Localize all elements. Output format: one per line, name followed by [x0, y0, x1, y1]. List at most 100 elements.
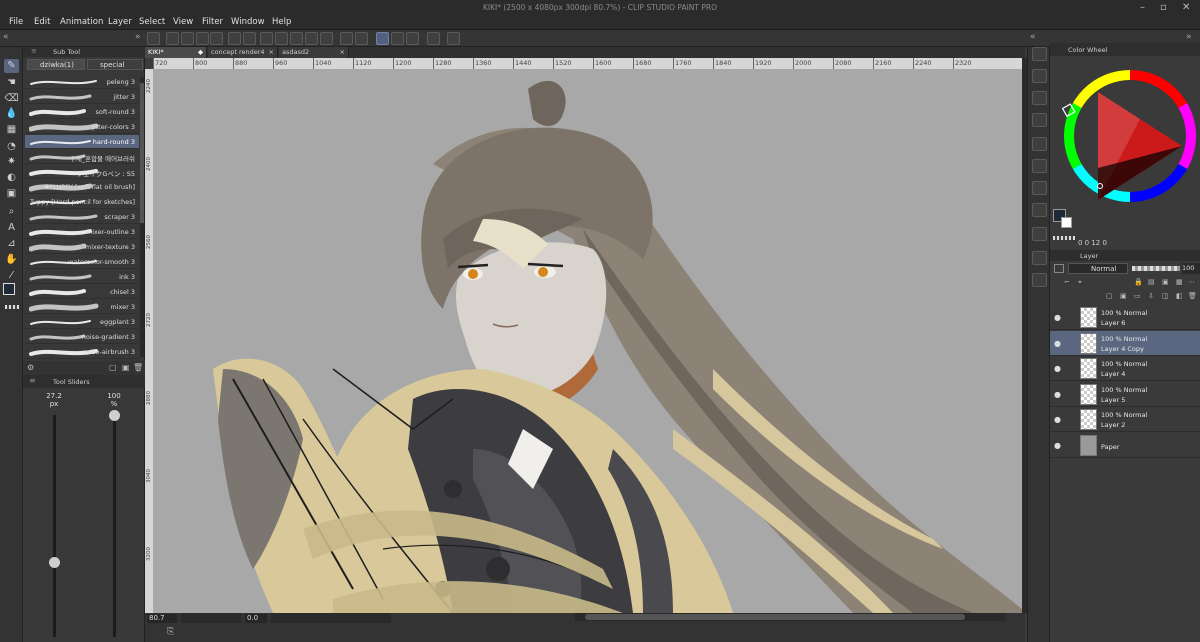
clear-icon[interactable]: [260, 32, 273, 45]
layer-color-icon[interactable]: [1054, 264, 1064, 273]
layer-lock-toggle-icon[interactable]: [1067, 362, 1076, 374]
collapse-right-icon[interactable]: «: [1030, 32, 1036, 42]
eraser-tool-icon[interactable]: ⌫: [4, 92, 19, 106]
angle-field[interactable]: 0.0: [245, 614, 267, 623]
layer-opacity-field[interactable]: 100: [1182, 263, 1200, 274]
select-tool-icon[interactable]: ⊿: [4, 237, 19, 251]
figure-tool-icon[interactable]: ▣: [4, 187, 19, 201]
sub-color-swatch[interactable]: [1061, 217, 1072, 228]
pen-tool-icon[interactable]: ✎: [4, 59, 19, 73]
fill-icon[interactable]: [290, 32, 303, 45]
menu-edit[interactable]: Edit: [34, 17, 50, 27]
brush-settings-icon[interactable]: [391, 32, 404, 45]
new-raster-layer-icon[interactable]: ▢: [1106, 292, 1113, 300]
brush-item[interactable]: 수채_혼합물 에어브러쉬: [25, 150, 139, 164]
mask-icon[interactable]: ▣: [1162, 278, 1169, 286]
snap-ruler-icon[interactable]: [340, 32, 353, 45]
brush-item[interactable]: noise-airbrush 3: [25, 345, 139, 359]
size-slider[interactable]: [53, 415, 56, 637]
brush-list-scrollbar[interactable]: [140, 77, 144, 357]
menu-help[interactable]: Help: [272, 17, 291, 27]
sparkle-tool-icon[interactable]: ✷: [4, 155, 19, 169]
size-slider-knob[interactable]: [49, 556, 60, 568]
menu-select[interactable]: Select: [139, 17, 165, 27]
deselect-icon[interactable]: [320, 32, 333, 45]
eyedropper-tool-icon[interactable]: ⁄: [4, 269, 19, 283]
save-icon[interactable]: [196, 32, 209, 45]
layer-opacity-slider[interactable]: [1132, 266, 1180, 271]
menu-view[interactable]: View: [173, 17, 193, 27]
brush-item[interactable]: noise-gradient 3: [25, 330, 139, 344]
lock-alpha-icon[interactable]: ▤: [1148, 278, 1155, 286]
drawing-canvas[interactable]: [153, 69, 1022, 613]
visibility-eye-icon[interactable]: ●: [1054, 441, 1061, 450]
item-bank-icon[interactable]: [1032, 227, 1047, 241]
collapse-left-icon[interactable]: «: [3, 32, 9, 42]
lock-layer-icon[interactable]: 🔒: [1134, 278, 1143, 286]
transparent-swatch-icon[interactable]: [5, 305, 19, 309]
merge-down-icon[interactable]: ⇩: [1148, 292, 1154, 300]
apply-mask-icon[interactable]: ◧: [1176, 292, 1183, 300]
menu-icon[interactable]: ≡: [31, 47, 37, 55]
close-tab-icon[interactable]: ×: [269, 47, 274, 58]
transform-icon[interactable]: [275, 32, 288, 45]
app-home-icon[interactable]: [147, 32, 160, 45]
timeline-icon[interactable]: [1032, 251, 1047, 265]
layer-lock-toggle-icon[interactable]: [1067, 413, 1076, 425]
animation-cels-icon[interactable]: [1032, 273, 1047, 287]
collapse-right-2-icon[interactable]: »: [1186, 32, 1192, 42]
history-icon[interactable]: [1032, 137, 1047, 151]
menu-window[interactable]: Window: [231, 17, 265, 27]
menu-filter[interactable]: Filter: [202, 17, 223, 27]
visibility-eye-icon[interactable]: ●: [1054, 364, 1061, 373]
navigator-panel-icon[interactable]: [1032, 47, 1047, 61]
help-icon[interactable]: [447, 32, 460, 45]
watercolor-tool-icon[interactable]: 💧: [4, 107, 19, 121]
navigator-icon[interactable]: ⎘: [167, 627, 174, 637]
visibility-eye-icon[interactable]: ●: [1054, 313, 1061, 322]
blend-mode-select[interactable]: Normal: [1068, 263, 1128, 274]
pen-pressure-icon[interactable]: [406, 32, 419, 45]
main-color-swatch[interactable]: [3, 283, 15, 295]
tab-kiki[interactable]: KIKI* ◆: [145, 47, 207, 58]
layer-row[interactable]: ● 100 % Normal Layer 5: [1050, 382, 1200, 407]
undo-icon[interactable]: [228, 32, 241, 45]
device-icon[interactable]: [427, 32, 440, 45]
menu-animation[interactable]: Animation: [60, 17, 103, 27]
new-vector-layer-icon[interactable]: ▣: [1120, 292, 1127, 300]
layer-row[interactable]: ● Paper: [1050, 433, 1200, 458]
material-icon[interactable]: [1032, 91, 1047, 105]
reference-layer-icon[interactable]: ⌖: [1078, 278, 1082, 287]
delete-subtool-icon[interactable]: 🗑: [133, 363, 143, 372]
menu-file[interactable]: File: [9, 17, 23, 27]
layer-lock-toggle-icon[interactable]: [1067, 337, 1076, 349]
brush-item[interactable]: watercolor-smooth 3: [25, 255, 139, 269]
export-icon[interactable]: [210, 32, 223, 45]
open-file-icon[interactable]: [181, 32, 194, 45]
sub-view-icon[interactable]: [1032, 203, 1047, 217]
layer-lock-toggle-icon[interactable]: [1067, 388, 1076, 400]
delete-layer-icon[interactable]: 🗑: [1188, 292, 1197, 300]
text-tool-icon[interactable]: A: [4, 221, 19, 235]
brush-item[interactable]: scraper 3: [25, 210, 139, 224]
visibility-eye-icon[interactable]: ●: [1054, 339, 1061, 348]
brush-item[interactable]: mixer-outline 3: [25, 225, 139, 239]
brush-item[interactable]: mixer 3: [25, 300, 139, 314]
horizontal-scrollbar[interactable]: [575, 613, 1005, 621]
brush-item[interactable]: peleng 3: [25, 75, 139, 89]
stabilizer-icon[interactable]: [376, 32, 389, 45]
brush-item[interactable]: hard-round 3: [25, 135, 139, 149]
quick-access-icon[interactable]: [1032, 181, 1047, 195]
brush-item[interactable]: jitter-colors 3: [25, 120, 139, 134]
maximize-icon[interactable]: ▫: [1160, 2, 1167, 13]
fill-bucket-tool-icon[interactable]: ◔: [4, 140, 19, 154]
layer-property-icon[interactable]: [1032, 69, 1047, 83]
visibility-eye-icon[interactable]: ●: [1054, 390, 1061, 399]
menu-layer[interactable]: Layer: [108, 17, 132, 27]
brush-item[interactable]: soft-round 3: [25, 105, 139, 119]
new-file-icon[interactable]: [166, 32, 179, 45]
brush-item[interactable]: chisel 3: [25, 285, 139, 299]
tool-property-icon[interactable]: [1032, 159, 1047, 173]
brush-item[interactable]: ✚FLUPPY [soft flat oil brush]: [25, 180, 139, 194]
brush-item[interactable]: Tuppy [Hard pencil for sketches]: [25, 195, 139, 209]
